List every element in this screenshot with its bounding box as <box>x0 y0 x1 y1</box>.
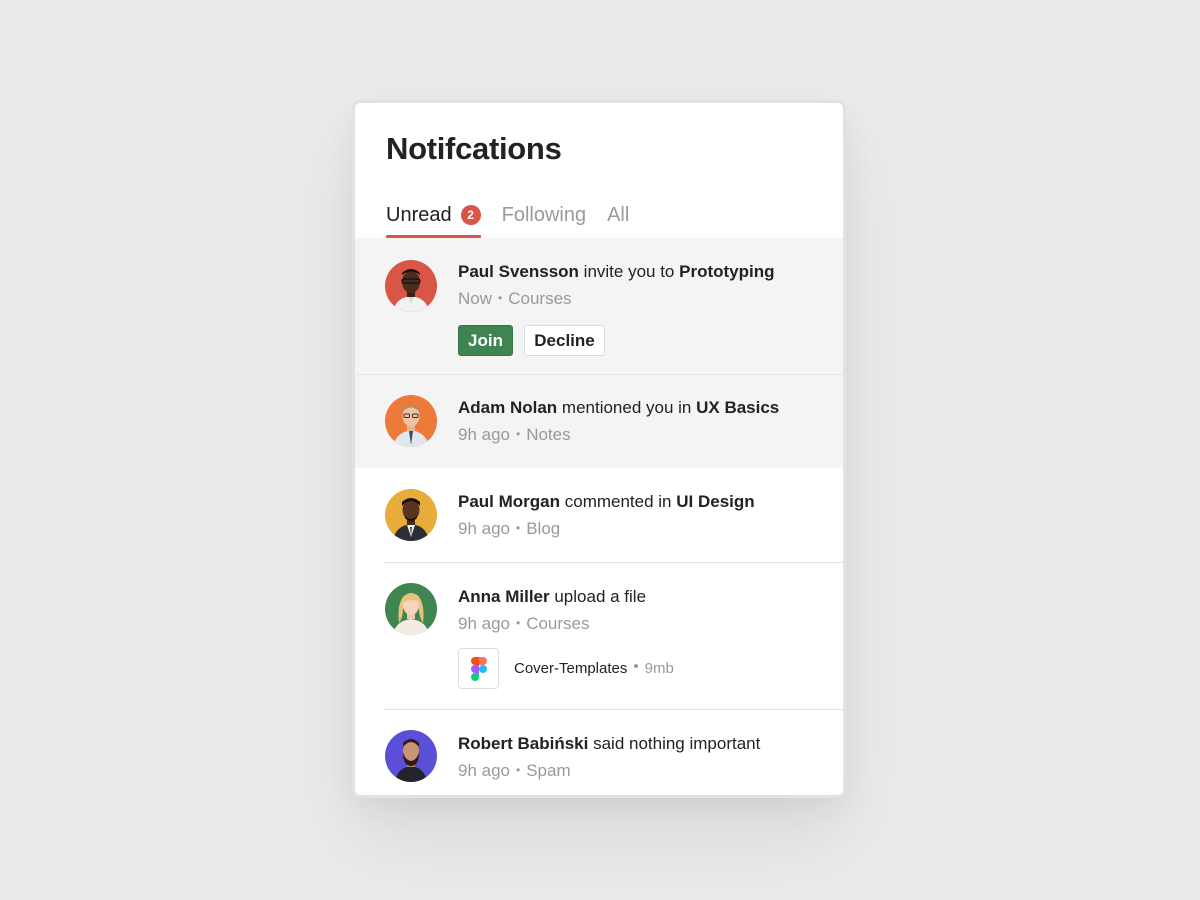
notification-item[interactable]: Robert Babiński said nothing important 9… <box>355 709 843 795</box>
actor-name[interactable]: Paul Morgan <box>458 492 560 511</box>
notification-item[interactable]: Paul Morgan commented in UI Design 9h ag… <box>355 468 843 562</box>
notifications-panel: Notifcations Unread 2 Following All Paul… <box>352 100 846 798</box>
separator-dot-icon: • <box>633 658 639 675</box>
separator-dot-icon: • <box>516 427 521 441</box>
avatar-adam-nolan-icon <box>385 395 437 447</box>
tab-bar: Unread 2 Following All <box>386 198 843 238</box>
actor-name[interactable]: Anna Miller <box>458 587 550 606</box>
avatar[interactable] <box>385 260 437 312</box>
separator-dot-icon: • <box>498 291 503 305</box>
notification-meta: 9h ago • Notes <box>458 425 833 445</box>
notification-text: Robert Babiński said nothing important <box>458 734 833 754</box>
panel-title: Notifcations <box>386 131 562 166</box>
avatar-paul-morgan-icon <box>385 489 437 541</box>
file-size: 9mb <box>644 660 674 677</box>
actor-name[interactable]: Robert Babiński <box>458 734 588 753</box>
notification-item[interactable]: Adam Nolan mentioned you in UX Basics 9h… <box>355 374 843 468</box>
actor-name[interactable]: Adam Nolan <box>458 398 557 417</box>
category: Blog <box>526 519 561 538</box>
avatar[interactable] <box>385 583 437 635</box>
notification-text: Paul Morgan commented in UI Design <box>458 492 833 512</box>
action-text: invite you to <box>578 262 680 281</box>
target-link[interactable]: Prototyping <box>679 262 774 281</box>
separator-dot-icon: • <box>516 521 521 535</box>
tab-following[interactable]: Following <box>502 198 586 232</box>
category: Courses <box>508 289 572 308</box>
category: Notes <box>526 425 571 444</box>
avatar-paul-svensson-icon <box>385 260 437 312</box>
action-text: mentioned you in <box>557 398 697 417</box>
timestamp: 9h ago <box>458 519 510 538</box>
notification-item[interactable]: Paul Svensson invite you to Prototyping … <box>355 238 843 374</box>
avatar[interactable] <box>385 730 437 782</box>
tab-unread-label: Unread <box>386 203 452 226</box>
actor-name[interactable]: Paul Svensson <box>458 262 579 281</box>
file-attachment[interactable]: Cover-Templates • 9mb <box>458 648 833 689</box>
separator-dot-icon: • <box>516 616 521 630</box>
tab-all-label: All <box>607 203 630 226</box>
avatar[interactable] <box>385 395 437 447</box>
notification-list: Paul Svensson invite you to Prototyping … <box>355 238 843 795</box>
avatar-anna-miller-icon <box>385 583 437 635</box>
category: Spam <box>526 761 571 780</box>
timestamp: 9h ago <box>458 425 510 444</box>
action-text: commented in <box>560 492 677 511</box>
notification-meta: Now • Courses <box>458 289 833 309</box>
notification-meta: 9h ago • Courses <box>458 614 833 634</box>
file-name[interactable]: Cover-Templates <box>514 660 627 677</box>
category: Courses <box>526 614 590 633</box>
invite-actions: Join Decline <box>458 325 833 356</box>
decline-button[interactable]: Decline <box>524 325 605 356</box>
notification-text: Paul Svensson invite you to Prototyping <box>458 262 833 282</box>
notification-item[interactable]: Anna Miller upload a file 9h ago • Courses… <box>355 562 843 709</box>
timestamp: Now <box>458 289 493 308</box>
target-link[interactable]: UX Basics <box>696 398 779 417</box>
action-text: upload a file <box>549 587 647 606</box>
unread-count-badge: 2 <box>460 205 481 225</box>
timestamp: 9h ago <box>458 761 510 780</box>
target-link[interactable]: UI Design <box>676 492 754 511</box>
figma-icon <box>458 648 499 689</box>
avatar-robert-babinski-icon <box>385 730 437 782</box>
notification-meta: 9h ago • Spam <box>458 761 833 781</box>
action-text: said nothing important <box>588 734 761 753</box>
tab-all[interactable]: All <box>607 198 629 232</box>
tab-following-label: Following <box>501 203 587 226</box>
notification-meta: 9h ago • Blog <box>458 519 833 539</box>
timestamp: 9h ago <box>458 614 510 633</box>
avatar[interactable] <box>385 489 437 541</box>
join-button[interactable]: Join <box>458 325 513 356</box>
tab-unread[interactable]: Unread 2 <box>386 198 481 238</box>
notification-text: Adam Nolan mentioned you in UX Basics <box>458 398 833 418</box>
notification-text: Anna Miller upload a file <box>458 587 833 607</box>
separator-dot-icon: • <box>516 763 521 777</box>
